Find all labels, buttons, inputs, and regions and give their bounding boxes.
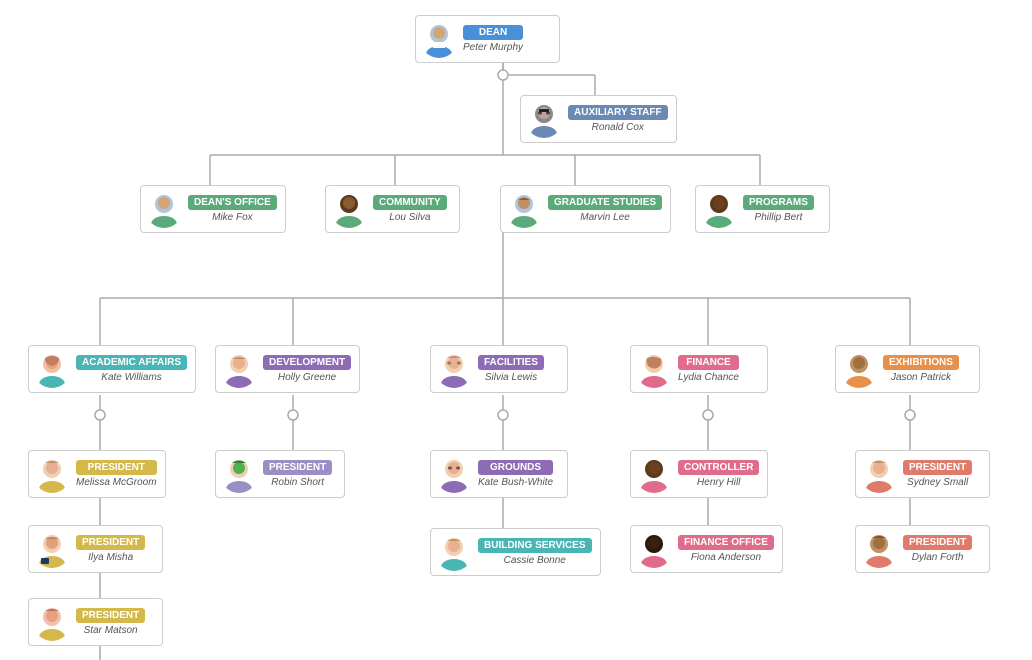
- avatar-building: [435, 533, 473, 571]
- node-pres6[interactable]: PRESIDENT Dylan Forth: [855, 525, 990, 573]
- node-deans-office-name: Mike Fox: [188, 212, 277, 223]
- node-pres3[interactable]: PRESIDENT Star Matson: [28, 598, 163, 646]
- avatar-controller: [635, 455, 673, 493]
- node-facilities-label: FACILITIES: [478, 355, 544, 370]
- node-pres4-label: PRESIDENT: [263, 460, 332, 475]
- avatar-academic: [33, 350, 71, 388]
- avatar-pres5: [860, 455, 898, 493]
- avatar-dean: [420, 20, 458, 58]
- avatar-pres6: [860, 530, 898, 568]
- node-deans-office[interactable]: DEAN'S OFFICE Mike Fox: [140, 185, 286, 233]
- node-graduate-label: GRADUATE STUDIES: [548, 195, 662, 210]
- node-pres3-label: PRESIDENT: [76, 608, 145, 623]
- node-development-label: DEVELOPMENT: [263, 355, 351, 370]
- avatar-auxiliary: [525, 100, 563, 138]
- avatar-fin-office: [635, 530, 673, 568]
- avatar-graduate: [505, 190, 543, 228]
- node-finance-label: FINANCE: [678, 355, 739, 370]
- avatar-programs: [700, 190, 738, 228]
- avatar-facilities: [435, 350, 473, 388]
- node-pres1[interactable]: PRESIDENT Melissa McGroom: [28, 450, 166, 498]
- node-community-name: Lou Silva: [373, 212, 447, 223]
- avatar-pres3: [33, 603, 71, 641]
- node-dean-name: Peter Murphy: [463, 42, 523, 53]
- node-auxiliary-label: AUXILIARY STAFF: [568, 105, 668, 120]
- avatar-finance: [635, 350, 673, 388]
- node-pres1-label: PRESIDENT: [76, 460, 157, 475]
- node-pres2-name: Ilya Misha: [76, 552, 145, 563]
- node-controller-label: CONTROLLER: [678, 460, 759, 475]
- node-exhibitions[interactable]: EXHIBITIONS Jason Patrick: [835, 345, 980, 393]
- node-finance-name: Lydia Chance: [678, 372, 739, 383]
- node-pres6-label: PRESIDENT: [903, 535, 972, 550]
- node-programs-name: Phillip Bert: [743, 212, 814, 223]
- org-chart: DEAN Peter Murphy AUXILIARY STAFF Ronald…: [0, 0, 1032, 20]
- node-grounds-name: Kate Bush-White: [478, 477, 553, 488]
- node-building-label: BUILDING SERVICES: [478, 538, 592, 553]
- node-exhibitions-label: EXHIBITIONS: [883, 355, 959, 370]
- node-pres6-name: Dylan Forth: [903, 552, 972, 563]
- node-pres5[interactable]: PRESIDENT Sydney Small: [855, 450, 990, 498]
- node-facilities-name: Silvia Lewis: [478, 372, 544, 383]
- node-pres1-name: Melissa McGroom: [76, 477, 157, 488]
- node-controller[interactable]: CONTROLLER Henry Hill: [630, 450, 768, 498]
- node-building-name: Cassie Bonne: [478, 555, 592, 566]
- node-fin-office-label: FINANCE OFFICE: [678, 535, 774, 550]
- node-fin-office-name: Fiona Anderson: [678, 552, 774, 563]
- node-pres2[interactable]: PRESIDENT Ilya Misha: [28, 525, 163, 573]
- node-community[interactable]: COMMUNITY Lou Silva: [325, 185, 460, 233]
- node-development-name: Holly Greene: [263, 372, 351, 383]
- avatar-community: [330, 190, 368, 228]
- node-programs[interactable]: PROGRAMS Phillip Bert: [695, 185, 830, 233]
- node-exhibitions-name: Jason Patrick: [883, 372, 959, 383]
- node-grounds[interactable]: GROUNDS Kate Bush-White: [430, 450, 568, 498]
- node-academic-label: ACADEMIC AFFAIRS: [76, 355, 187, 370]
- node-graduate[interactable]: GRADUATE STUDIES Marvin Lee: [500, 185, 671, 233]
- node-facilities[interactable]: FACILITIES Silvia Lewis: [430, 345, 568, 393]
- avatar-pres2: [33, 530, 71, 568]
- node-pres2-label: PRESIDENT: [76, 535, 145, 550]
- node-finance[interactable]: FINANCE Lydia Chance: [630, 345, 768, 393]
- node-academic[interactable]: ACADEMIC AFFAIRS Kate Williams: [28, 345, 196, 393]
- node-pres4[interactable]: PRESIDENT Robin Short: [215, 450, 345, 498]
- avatar-exhibitions: [840, 350, 878, 388]
- node-pres3-name: Star Matson: [76, 625, 145, 636]
- avatar-deans-office: [145, 190, 183, 228]
- node-auxiliary[interactable]: AUXILIARY STAFF Ronald Cox: [520, 95, 677, 143]
- node-academic-name: Kate Williams: [76, 372, 187, 383]
- node-pres5-label: PRESIDENT: [903, 460, 972, 475]
- node-pres4-name: Robin Short: [263, 477, 332, 488]
- node-building[interactable]: BUILDING SERVICES Cassie Bonne: [430, 528, 601, 576]
- node-controller-name: Henry Hill: [678, 477, 759, 488]
- node-programs-label: PROGRAMS: [743, 195, 814, 210]
- node-grounds-label: GROUNDS: [478, 460, 553, 475]
- node-community-label: COMMUNITY: [373, 195, 447, 210]
- node-fin-office[interactable]: FINANCE OFFICE Fiona Anderson: [630, 525, 783, 573]
- avatar-pres1: [33, 455, 71, 493]
- node-pres5-name: Sydney Small: [903, 477, 972, 488]
- node-auxiliary-name: Ronald Cox: [568, 122, 668, 133]
- node-dean-label: DEAN: [463, 25, 523, 40]
- node-deans-office-label: DEAN'S OFFICE: [188, 195, 277, 210]
- avatar-grounds: [435, 455, 473, 493]
- avatar-development: [220, 350, 258, 388]
- node-dean[interactable]: DEAN Peter Murphy: [415, 15, 560, 63]
- avatar-pres4: [220, 455, 258, 493]
- node-graduate-name: Marvin Lee: [548, 212, 662, 223]
- node-development[interactable]: DEVELOPMENT Holly Greene: [215, 345, 360, 393]
